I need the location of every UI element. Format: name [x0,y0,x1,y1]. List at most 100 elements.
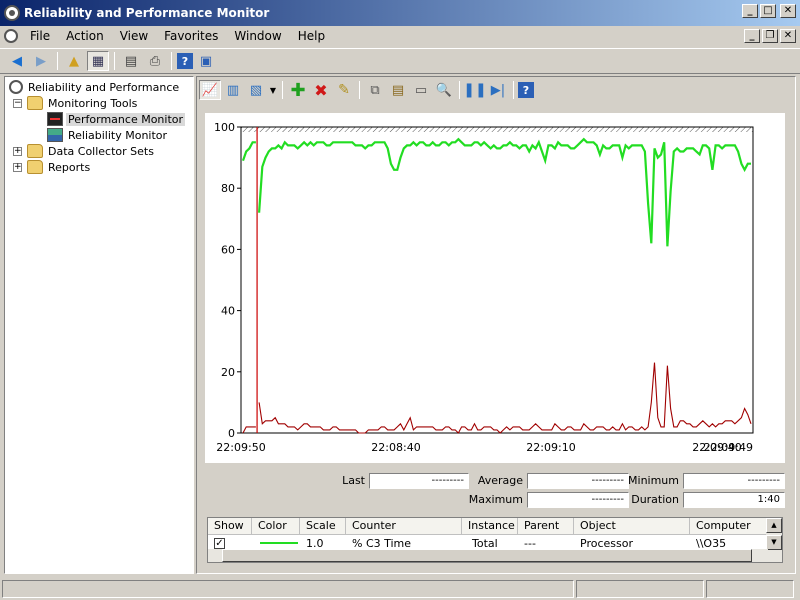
y-tick-label: 100 [214,121,235,134]
menu-action[interactable]: Action [58,29,112,43]
dropdown-arrow-icon[interactable]: ▼ [268,80,278,100]
add-counter-icon[interactable]: ✚ [287,80,309,101]
tree-node-root[interactable]: Reliability and Performance [9,79,181,95]
col-header-instance[interactable]: Instance [462,518,518,535]
col-header-object[interactable]: Object [574,518,690,535]
tree-node-reports[interactable]: + Reports [13,159,92,175]
menu-help[interactable]: Help [290,29,333,43]
menu-window[interactable]: Window [226,29,289,43]
last-value: --------- [369,473,469,489]
back-arrow-icon[interactable]: ◀ [6,51,28,71]
view-toggle-icon[interactable]: ▣ [195,51,217,71]
print-icon[interactable]: ⎙ [144,51,166,71]
expand-icon[interactable]: + [13,146,22,156]
y-tick-label: 40 [221,305,235,318]
series-line-b-0 [258,137,751,247]
duration-value: 1:40 [683,492,785,508]
properties-icon[interactable]: ▭ [410,80,432,100]
child-caption-buttons: _ ❐ ✕ [744,29,796,43]
up-folder-icon[interactable]: ▲ [63,51,85,71]
copy-properties-icon[interactable]: ⧉ [364,80,386,100]
x-tick-label: 22:09:49 [704,441,753,454]
x-tick-label: 22:08:40 [371,441,420,454]
counter-legend-table[interactable]: Show Color Scale Counter Instance Parent… [207,517,783,563]
performance-monitor-icon [47,112,63,126]
menu-view[interactable]: View [112,29,156,43]
scroll-thumb[interactable] [222,549,752,562]
col-header-counter[interactable]: Counter [346,518,462,535]
view-histogram-icon[interactable]: ▥ [222,80,244,100]
folder-icon [27,96,43,110]
minimum-label: Minimum [628,474,679,487]
performance-monitor-pane: 📈 ▥ ▧ ▼ ✚ ✖ ✎ ⧉ ▤ ▭ 🔍 ❚❚ ▶| ? 0 20 40 60 80 1… [196,76,796,574]
last-label: Last [342,474,365,487]
col-header-color[interactable]: Color [252,518,300,535]
zoom-icon[interactable]: 🔍 [433,80,455,100]
tree-node-monitoring-tools[interactable]: − Monitoring Tools [13,95,139,111]
y-tick-label: 0 [228,427,235,440]
series-line-a-0 [241,141,256,162]
x-tick-label: 22:09:10 [526,441,575,454]
average-value: --------- [527,473,629,489]
next-frame-icon[interactable]: ▶| [487,80,509,100]
legend-vertical-scrollbar[interactable]: ▲ ▼ [766,518,782,562]
tree-label-monitoring-tools: Monitoring Tools [48,96,138,110]
show-checkbox[interactable]: ✓ [214,538,225,549]
expand-icon[interactable]: + [13,162,22,172]
col-header-computer[interactable]: Computer [690,518,768,535]
col-header-show[interactable]: Show [208,518,252,535]
status-bar [0,578,800,600]
menu-file[interactable]: File [22,29,58,43]
child-minimize-button[interactable]: _ [744,29,760,43]
delete-counter-icon[interactable]: ✖ [310,80,332,100]
view-graph-icon[interactable]: 📈 [199,80,221,100]
reports-folder-icon [27,160,43,174]
pause-icon[interactable]: ❚❚ [463,80,486,100]
minimum-value: --------- [683,473,785,489]
x-tick-label: 22:09:50 [216,441,265,454]
maximize-button[interactable]: □ [760,4,776,18]
scroll-up-icon[interactable]: ▲ [766,518,782,533]
child-close-button[interactable]: ✕ [780,29,796,43]
chart-svg[interactable]: 0 20 40 60 80 100 22:09:50 22:08:40 22:09:10 22:0… [205,113,785,463]
menu-favorites[interactable]: Favorites [156,29,226,43]
change-graph-type-icon[interactable]: ▧ [245,80,267,100]
collapse-icon[interactable]: − [13,98,22,108]
child-restore-button[interactable]: ❐ [762,29,778,43]
tree-node-reliability-monitor[interactable]: Reliability Monitor [47,127,169,143]
average-label: Average [477,474,523,487]
close-button[interactable]: ✕ [780,4,796,18]
forward-arrow-icon[interactable]: ▶ [30,51,52,71]
help-icon[interactable]: ? [518,82,534,98]
help-icon[interactable]: ? [177,53,193,69]
tree-node-data-collector-sets[interactable]: + Data Collector Sets [13,143,156,159]
menu-bar: File Action View Favorites Window Help _… [0,26,800,46]
performance-chart[interactable]: 0 20 40 60 80 100 22:09:50 22:08:40 22:09:10 22:0… [205,113,785,463]
tree-label-reliability-monitor: Reliability Monitor [68,128,168,142]
hatched-band [241,127,753,132]
scroll-down-icon[interactable]: ▼ [766,535,782,550]
paste-counter-list-icon[interactable]: ▤ [387,80,409,100]
app-icon[interactable] [4,5,20,21]
console-tree: Reliability and Performance − Monitoring… [4,76,194,574]
plot-frame [240,126,754,434]
tree-node-performance-monitor[interactable]: Performance Monitor [47,111,186,127]
legend-horizontal-scrollbar[interactable] [208,549,768,562]
mmc-icon[interactable] [4,29,18,43]
tree-label-root: Reliability and Performance [28,80,180,94]
window-title: Reliability and Performance Monitor [24,6,270,20]
properties-icon[interactable]: ▤ [120,51,142,71]
series-line-b-1 [258,362,752,434]
col-header-parent[interactable]: Parent [518,518,574,535]
main-toolbar: ◀ ▶ ▲ ▦ ▤ ⎙ ? ▣ [0,48,800,74]
minimize-button[interactable]: _ [742,4,758,18]
title-bar: Reliability and Performance Monitor _ □ … [0,0,800,26]
highlight-icon[interactable]: ✎ [333,80,355,100]
show-hide-tree-icon[interactable]: ▦ [87,51,109,71]
tree-label-data-collector-sets: Data Collector Sets [48,144,154,158]
series-color-swatch [260,542,298,544]
series-line-a-1 [242,426,256,434]
col-header-scale[interactable]: Scale [300,518,346,535]
y-tick-label: 60 [221,243,235,256]
reliability-monitor-icon [47,128,63,142]
